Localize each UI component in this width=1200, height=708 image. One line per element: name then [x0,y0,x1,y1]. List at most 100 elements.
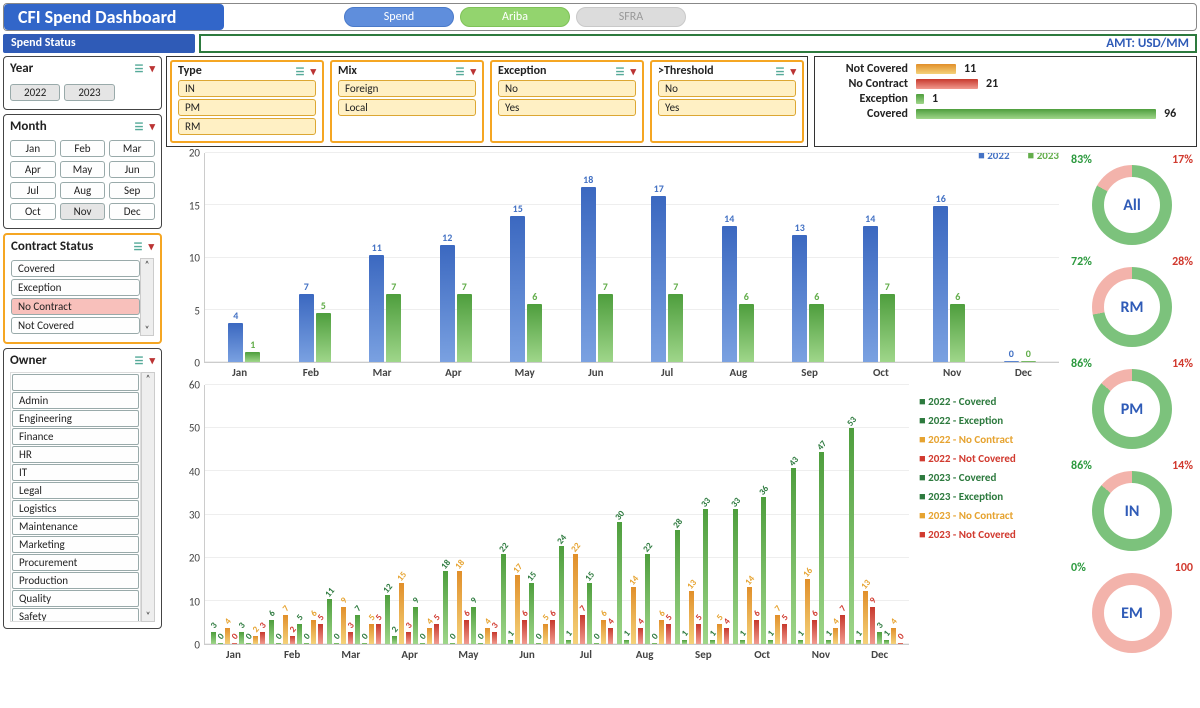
bar: 0 [594,643,599,644]
bar: 43 [791,468,796,644]
owner-it[interactable]: IT [12,464,139,481]
multiselect-icon[interactable] [134,240,143,253]
owner-marketing[interactable]: Marketing [12,536,139,553]
multiselect-icon[interactable] [616,65,625,78]
stacked-status-chart: 0102030405060 30403023607250651109370551… [166,381,1067,663]
multiselect-icon[interactable] [135,354,144,367]
scrollbar[interactable]: ˄˅ [140,258,154,336]
month-aug[interactable]: Aug [60,182,106,199]
bar: 15 [510,216,525,362]
clear-filter-icon[interactable] [310,65,316,78]
type-in[interactable]: IN [178,80,316,97]
bar: 0 [232,643,237,644]
slicer-year: Year 2022 2023 [3,56,162,110]
status-value: 11 [964,62,988,76]
contract-covered[interactable]: Covered [11,260,140,277]
bar: 0 [536,643,541,644]
multiselect-icon[interactable] [135,120,144,133]
clear-filter-icon[interactable] [630,65,636,78]
month-jul[interactable]: Jul [10,182,56,199]
clear-filter-icon[interactable] [149,62,155,75]
owner-logistics[interactable]: Logistics [12,500,139,517]
mix-local[interactable]: Local [338,99,476,116]
bar: 1 [624,640,629,644]
bar: 1 [710,640,715,644]
bar: 1 [245,352,260,362]
donut-label: All [1123,196,1141,215]
year-2022[interactable]: 2022 [10,84,60,101]
owner-blank[interactable] [12,374,139,391]
bar: 24 [559,546,564,644]
month-mar[interactable]: Mar [109,140,155,157]
donut-label: PM [1121,400,1144,419]
bar: 4 [427,628,432,644]
owner-finance[interactable]: Finance [12,428,139,445]
year-2023[interactable]: 2023 [64,84,114,101]
bar: 0 [362,643,367,644]
bar: 4 [891,628,896,644]
mix-foreign[interactable]: Foreign [338,80,476,97]
tab-spend[interactable]: Spend [344,7,454,27]
month-dec[interactable]: Dec [109,203,155,220]
bar: 5 [376,624,381,644]
bar: 5 [318,624,323,644]
bar: 15 [399,583,404,644]
owner-engineering[interactable]: Engineering [12,410,139,427]
tab-sfra[interactable]: SFRA [576,7,686,27]
month-sep[interactable]: Sep [109,182,155,199]
type-rm[interactable]: RM [178,118,316,135]
contract-no-contract[interactable]: No Contract [11,298,140,315]
owner-procurement[interactable]: Procurement [12,554,139,571]
owner-hr[interactable]: HR [12,446,139,463]
amount-unit-label: AMT: USD/MM [199,34,1197,53]
month-apr[interactable]: Apr [10,161,56,178]
donut-red-pct: 17% [1172,153,1193,167]
contract-not-covered[interactable]: Not Covered [11,317,140,334]
bar: 28 [675,530,680,644]
multiselect-icon[interactable] [776,65,785,78]
month-feb[interactable]: Feb [60,140,106,157]
owner-safety[interactable]: Safety [12,608,139,622]
bar: 6 [527,304,542,363]
bar: 6 [812,620,817,645]
donut-green-pct: 72% [1071,255,1092,269]
type-pm[interactable]: PM [178,99,316,116]
bar: 6 [809,304,824,363]
month-may[interactable]: May [60,161,106,178]
multiselect-icon[interactable] [296,65,305,78]
donut-red-pct: 14% [1172,459,1193,473]
clear-filter-icon[interactable] [149,354,155,367]
month-nov[interactable]: Nov [60,203,106,220]
scrollbar[interactable]: ˄˅ [141,372,155,622]
multiselect-icon[interactable] [456,65,465,78]
clear-filter-icon[interactable] [790,65,796,78]
clear-filter-icon[interactable] [470,65,476,78]
bar: 22 [645,554,650,644]
tab-ariba[interactable]: Ariba [460,7,570,27]
owner-maintenance[interactable]: Maintenance [12,518,139,535]
threshold-no[interactable]: No [658,80,796,97]
owner-admin[interactable]: Admin [12,392,139,409]
clear-filter-icon[interactable] [148,240,154,253]
exception-no[interactable]: No [498,80,636,97]
clear-filter-icon[interactable] [149,120,155,133]
month-oct[interactable]: Oct [10,203,56,220]
status-bar-chart: Not Covered 11No Contract 21Exception 1C… [814,56,1197,147]
bar: 6 [550,620,555,645]
threshold-yes[interactable]: Yes [658,99,796,116]
bar: 7 [880,294,895,362]
multiselect-icon[interactable] [135,62,144,75]
owner-quality[interactable]: Quality [12,590,139,607]
bar: 16 [933,206,948,362]
legend-item: 2022 - Exception [919,414,1055,427]
section-title: Spend Status [3,34,195,53]
exception-yes[interactable]: Yes [498,99,636,116]
owner-legal[interactable]: Legal [12,482,139,499]
month-jan[interactable]: Jan [10,140,56,157]
bar: 0 [334,643,339,644]
bar: 13 [792,235,807,362]
month-jun[interactable]: Jun [109,161,155,178]
owner-production[interactable]: Production [12,572,139,589]
contract-exception[interactable]: Exception [11,279,140,296]
bar: 12 [385,595,390,644]
